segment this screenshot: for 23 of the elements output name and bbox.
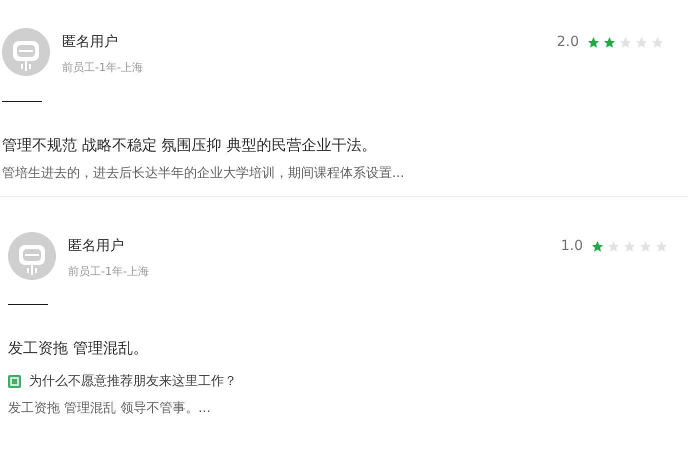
star-icon	[619, 36, 632, 49]
star-icon	[603, 36, 616, 49]
rating-score: 2.0	[556, 33, 579, 52]
star-icon	[635, 36, 648, 49]
user-name: 匿名用户	[68, 236, 125, 256]
star-icon	[607, 240, 620, 252]
star-icon	[587, 36, 600, 49]
user-meta: 前员工-1年-上海	[68, 264, 150, 280]
question-text: 为什么不愿意推荐朋友来这里工作？	[29, 372, 237, 390]
star-icon	[623, 240, 636, 252]
review-summary: 管培生进去的，进去后长达半年的企业大学培训，期间课程体系设置...	[2, 165, 406, 183]
rating-score: 1.0	[560, 236, 583, 256]
review-title: 管理不规范 战略不稳定 氛围压抑 典型的民营企业干法。	[2, 134, 378, 156]
review-summary: 发工资拖 管理混乱 领导不管事。...	[8, 400, 212, 418]
star-icon	[651, 36, 664, 49]
question-icon	[8, 374, 21, 388]
user-name: 匿名用户	[62, 33, 119, 52]
star-icon	[655, 240, 668, 252]
user-meta: 前员工-1年-上海	[62, 60, 144, 76]
star-icon	[639, 240, 652, 252]
star-icon	[591, 240, 604, 252]
review-title: 发工资拖 管理混乱。	[8, 338, 149, 359]
avatar-icon	[8, 232, 56, 280]
